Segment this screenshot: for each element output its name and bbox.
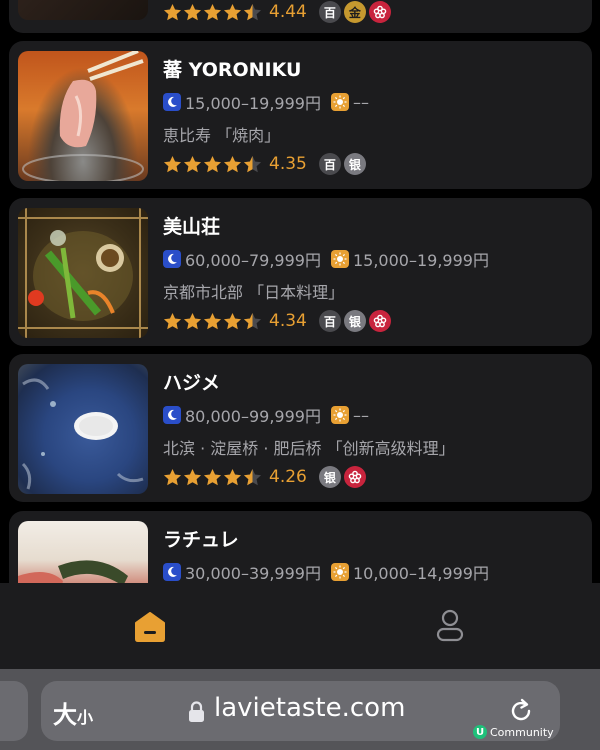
browser-bar: 大小 lavietaste.com U Community bbox=[0, 669, 600, 750]
url-text[interactable]: lavietaste.com bbox=[214, 693, 405, 723]
rating-score: 4.34 bbox=[269, 311, 307, 331]
reload-icon[interactable] bbox=[507, 697, 535, 725]
silver-award-badge: 银 bbox=[343, 310, 366, 332]
star-icon bbox=[163, 312, 182, 329]
text-size-button[interactable]: 大小 bbox=[53, 695, 93, 730]
half-star-icon bbox=[243, 312, 262, 329]
star-icon bbox=[203, 312, 222, 329]
michelin-flower-icon bbox=[368, 310, 391, 332]
rating-row: 4.26 银 bbox=[163, 466, 369, 488]
restaurant-photo bbox=[18, 0, 148, 20]
star-icon bbox=[183, 155, 202, 172]
restaurant-card[interactable]: 4.44 百 金 bbox=[9, 0, 592, 33]
rating-score: 4.44 bbox=[269, 2, 307, 22]
star-icon bbox=[163, 3, 182, 20]
area-genre: 京都市北部 「日本料理」 bbox=[163, 283, 345, 302]
user-icon bbox=[436, 609, 464, 642]
star-icon bbox=[223, 155, 242, 172]
price-row: 80,000–99,999円 –– bbox=[163, 403, 369, 427]
moon-icon bbox=[163, 563, 181, 581]
star-icon bbox=[163, 468, 182, 485]
gold-award-badge: 金 bbox=[343, 1, 366, 23]
dinner-price: 80,000–99,999円 bbox=[185, 407, 321, 426]
star-icon bbox=[203, 155, 222, 172]
restaurant-name[interactable]: ラチュレ bbox=[163, 525, 239, 552]
restaurant-photo bbox=[18, 364, 148, 494]
sun-icon bbox=[330, 406, 349, 424]
star-icon bbox=[223, 3, 242, 20]
star-rating bbox=[163, 312, 263, 331]
rating-row: 4.35 百 银 bbox=[163, 153, 369, 175]
star-icon bbox=[183, 3, 202, 20]
restaurant-name[interactable]: ハジメ bbox=[163, 368, 220, 395]
half-star-icon bbox=[243, 3, 262, 20]
half-star-icon bbox=[243, 155, 262, 172]
star-icon bbox=[183, 312, 202, 329]
lunch-price: –– bbox=[352, 92, 369, 112]
sun-icon bbox=[330, 93, 349, 111]
star-rating bbox=[163, 468, 263, 487]
lock-icon bbox=[189, 701, 204, 722]
restaurant-photo bbox=[18, 521, 148, 583]
text-size-big: 大 bbox=[53, 701, 77, 729]
star-rating bbox=[163, 155, 263, 174]
restaurant-card[interactable]: ハジメ 80,000–99,999円 –– 北滨 · 淀屋桥 · 肥后桥 「创新… bbox=[9, 354, 592, 502]
star-icon bbox=[183, 468, 202, 485]
price-row: 30,000–39,999円 10,000–14,999円 bbox=[163, 560, 489, 583]
rating-score: 4.26 bbox=[269, 467, 307, 487]
tab-bar bbox=[0, 583, 600, 669]
restaurant-card[interactable]: ラチュレ 30,000–39,999円 10,000–14,999円 bbox=[9, 511, 592, 583]
hyakumeiten-badge: 百 bbox=[318, 310, 341, 332]
text-size-small: 小 bbox=[77, 708, 94, 727]
hyakumeiten-badge: 百 bbox=[318, 1, 341, 23]
tab-profile[interactable] bbox=[434, 607, 466, 643]
restaurant-list[interactable]: 4.44 百 金 蕃 YORONIKU 15,000–19,999円 –– 恵比… bbox=[0, 0, 600, 583]
lunch-price: –– bbox=[352, 405, 369, 425]
dinner-price: 15,000–19,999円 bbox=[185, 94, 321, 113]
dinner-price: 30,000–39,999円 bbox=[185, 564, 321, 583]
restaurant-name[interactable]: 美山荘 bbox=[163, 212, 220, 239]
area-genre: 北滨 · 淀屋桥 · 肥后桥 「创新高级料理」 bbox=[163, 439, 455, 458]
restaurant-photo bbox=[18, 208, 148, 338]
restaurant-card[interactable]: 蕃 YORONIKU 15,000–19,999円 –– 恵比寿 「焼肉」 4.… bbox=[9, 41, 592, 189]
michelin-flower-icon bbox=[343, 466, 366, 488]
sun-icon bbox=[330, 563, 349, 581]
moon-icon bbox=[163, 406, 181, 424]
star-icon bbox=[163, 155, 182, 172]
price-row: 60,000–79,999円 15,000–19,999円 bbox=[163, 247, 489, 271]
star-icon bbox=[203, 468, 222, 485]
home-icon bbox=[135, 612, 165, 642]
restaurant-name[interactable]: 蕃 YORONIKU bbox=[163, 55, 301, 82]
tab-home[interactable] bbox=[132, 607, 168, 643]
rating-row: 4.44 百 金 bbox=[163, 1, 394, 23]
rating-row: 4.34 百 银 bbox=[163, 310, 394, 332]
sun-icon bbox=[330, 250, 349, 268]
restaurant-card[interactable]: 美山荘 60,000–79,999円 15,000–19,999円 京都市北部 … bbox=[9, 198, 592, 346]
price-row: 15,000–19,999円 –– bbox=[163, 90, 369, 114]
restaurant-photo bbox=[18, 51, 148, 181]
dinner-price: 60,000–79,999円 bbox=[185, 251, 321, 270]
silver-award-badge: 银 bbox=[318, 466, 341, 488]
community-watermark: U Community bbox=[473, 725, 554, 739]
lunch-price: 10,000–14,999円 bbox=[352, 564, 489, 583]
star-icon bbox=[203, 3, 222, 20]
michelin-flower-icon bbox=[368, 1, 391, 23]
hyakumeiten-badge: 百 bbox=[318, 153, 341, 175]
lunch-price: 15,000–19,999円 bbox=[352, 251, 489, 270]
moon-icon bbox=[163, 93, 181, 111]
silver-award-badge: 银 bbox=[343, 153, 366, 175]
moon-icon bbox=[163, 250, 181, 268]
star-icon bbox=[223, 468, 242, 485]
community-label: Community bbox=[490, 725, 554, 739]
previous-tab-preview[interactable] bbox=[0, 681, 28, 741]
rating-score: 4.35 bbox=[269, 154, 307, 174]
star-rating bbox=[163, 3, 263, 22]
community-logo: U bbox=[473, 725, 487, 739]
star-icon bbox=[223, 312, 242, 329]
area-genre: 恵比寿 「焼肉」 bbox=[163, 126, 281, 145]
half-star-icon bbox=[243, 468, 262, 485]
